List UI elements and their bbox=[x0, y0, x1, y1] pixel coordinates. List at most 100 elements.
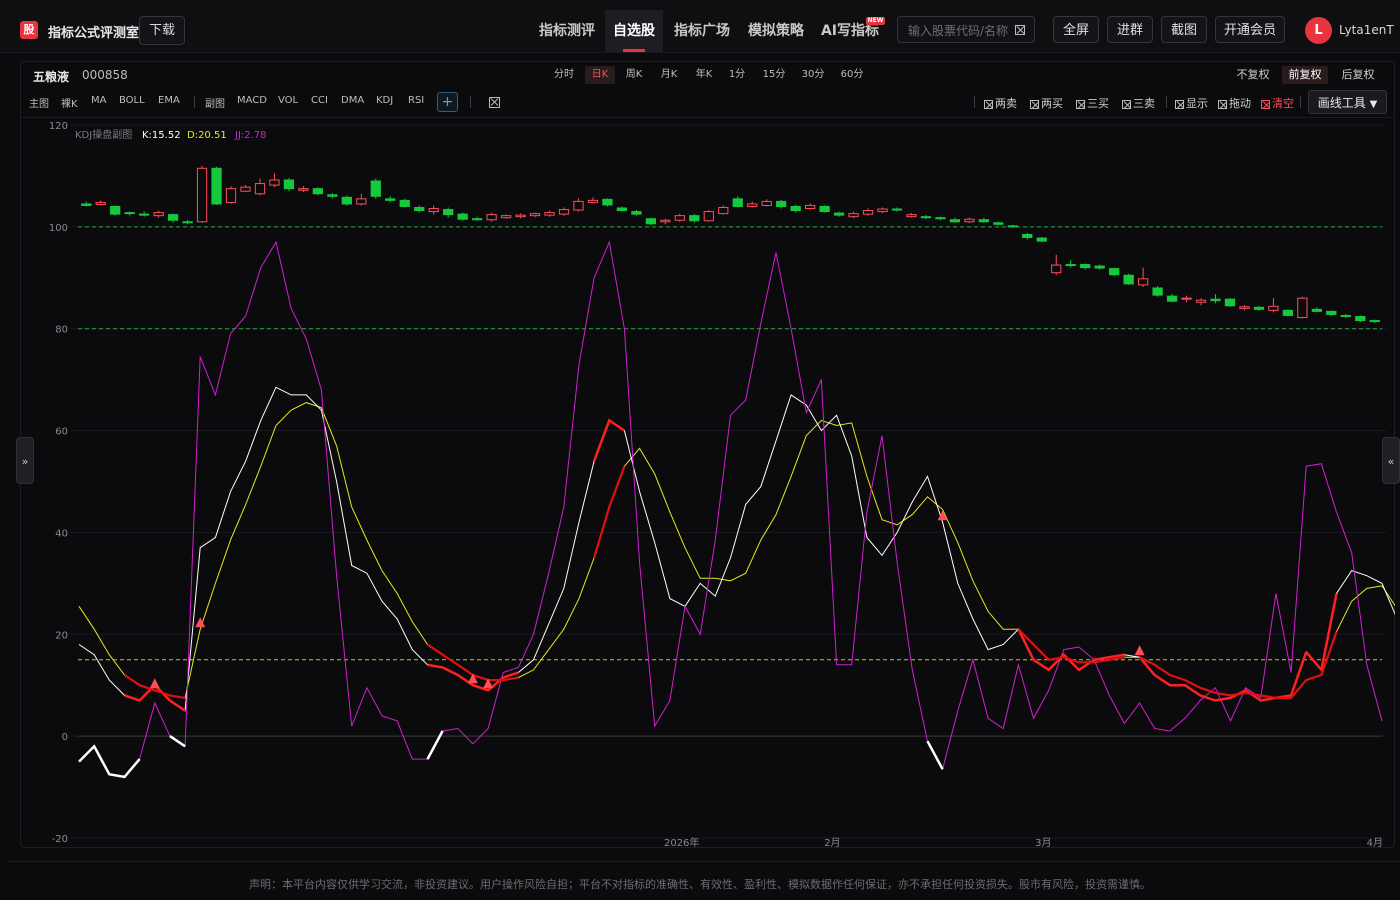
candle-body bbox=[1326, 310, 1337, 315]
candle-body bbox=[1022, 233, 1033, 239]
candle-body bbox=[833, 212, 845, 216]
tool-drag[interactable]: 拖动 bbox=[1218, 95, 1251, 111]
tool-show[interactable]: 显示 bbox=[1175, 95, 1208, 111]
indicator-vol[interactable]: VOL bbox=[278, 95, 298, 106]
nav-sim-strategy[interactable]: 模拟策略 bbox=[741, 10, 811, 52]
tool-two-buy[interactable]: 两买 bbox=[1030, 95, 1063, 111]
candle-body bbox=[790, 205, 801, 212]
candle-body bbox=[920, 216, 932, 219]
indicator-cci[interactable]: CCI bbox=[311, 95, 328, 106]
candle-body bbox=[81, 203, 92, 206]
checkbox-icon bbox=[984, 99, 993, 109]
indicator-dma[interactable]: DMA bbox=[341, 95, 364, 106]
kdj-chart[interactable]: -20 0 20 40 60 80 100 120 2026年 2月 3月 4月 KDJ操盘副图 K:15… bbox=[20, 118, 1395, 848]
indicator-boll[interactable]: BOLL bbox=[119, 95, 145, 106]
main-chart-label[interactable]: 主图 bbox=[29, 95, 49, 110]
checkbox-icon bbox=[1218, 99, 1227, 109]
period-weekly[interactable]: 周K bbox=[621, 66, 647, 84]
candle-body bbox=[616, 207, 628, 212]
period-yearly[interactable]: 年K bbox=[691, 66, 717, 84]
candle-body bbox=[993, 222, 1004, 225]
y-tick-label: 0 bbox=[62, 732, 68, 743]
tool-three-buy[interactable]: 三买 bbox=[1076, 95, 1109, 111]
checkbox-icon bbox=[1122, 99, 1131, 109]
candle-body bbox=[254, 183, 266, 195]
candle-body bbox=[862, 210, 874, 215]
candle-body bbox=[1051, 264, 1062, 274]
indicator-ma[interactable]: MA bbox=[91, 95, 106, 106]
period-intraday[interactable]: 分时 bbox=[550, 66, 578, 84]
tool-two-buy-label: 两买 bbox=[1041, 97, 1063, 110]
candle-body bbox=[529, 213, 541, 217]
adjust-backward[interactable]: 后复权 bbox=[1337, 66, 1379, 84]
indicator-macd[interactable]: MACD bbox=[237, 95, 267, 106]
footer-divider bbox=[8, 861, 1400, 862]
nav-active-underline bbox=[623, 49, 645, 52]
k-oversold-segment bbox=[124, 683, 186, 712]
download-button[interactable]: 下载 bbox=[139, 16, 185, 45]
y-tick-label: 120 bbox=[49, 121, 68, 132]
j-negative-segment bbox=[169, 735, 186, 748]
period-daily[interactable]: 日K bbox=[585, 66, 615, 84]
d-line bbox=[78, 402, 1395, 699]
adjust-none[interactable]: 不复权 bbox=[1232, 66, 1274, 84]
add-indicator-button[interactable]: + bbox=[437, 92, 458, 112]
clear-search-icon[interactable] bbox=[1015, 25, 1025, 35]
candle-body bbox=[312, 188, 324, 195]
search-input[interactable] bbox=[906, 21, 1010, 40]
indicator-rsi[interactable]: RSI bbox=[408, 95, 424, 106]
tool-clear[interactable]: 清空 bbox=[1261, 95, 1294, 111]
x-tick-label: 4月 bbox=[1367, 837, 1383, 848]
x-tick-label: 2月 bbox=[824, 837, 840, 848]
candle-body bbox=[732, 198, 743, 207]
candle-body bbox=[472, 218, 483, 221]
candle-body bbox=[428, 208, 439, 213]
k-line bbox=[78, 386, 1395, 712]
stock-search[interactable] bbox=[897, 16, 1035, 43]
candle-body bbox=[167, 214, 179, 221]
draw-tools-button[interactable]: 画线工具 ▼ bbox=[1308, 90, 1387, 114]
candle-body bbox=[1282, 309, 1294, 316]
candle-body bbox=[1080, 264, 1091, 269]
divider bbox=[1166, 96, 1167, 108]
d-oversold-segment bbox=[1139, 656, 1308, 699]
tool-two-sell[interactable]: 两卖 bbox=[984, 95, 1017, 111]
fullscreen-button[interactable]: 全屏 bbox=[1053, 16, 1099, 43]
screenshot-button[interactable]: 截图 bbox=[1161, 16, 1207, 43]
candle-body bbox=[935, 217, 946, 220]
candle-body bbox=[1253, 306, 1265, 310]
membership-button[interactable]: 开通会员 bbox=[1215, 16, 1285, 43]
buy-signal-marker bbox=[467, 673, 478, 684]
candle-body bbox=[645, 218, 657, 225]
candle-body bbox=[1369, 320, 1380, 323]
candle-body bbox=[211, 167, 222, 205]
close-indicators-icon[interactable] bbox=[489, 97, 500, 108]
indicator-kdj[interactable]: KDJ bbox=[376, 95, 393, 106]
period-monthly[interactable]: 月K bbox=[656, 66, 682, 84]
j-negative-segment bbox=[78, 744, 141, 779]
nav-indicator-square[interactable]: 指标广场 bbox=[667, 10, 737, 52]
candle-body bbox=[1109, 268, 1120, 276]
period-15min[interactable]: 15分 bbox=[759, 66, 789, 84]
adjust-forward[interactable]: 前复权 bbox=[1282, 66, 1328, 84]
nav-indicator-review[interactable]: 指标测评 bbox=[533, 10, 601, 52]
join-group-button[interactable]: 进群 bbox=[1107, 16, 1153, 43]
period-1min[interactable]: 1分 bbox=[726, 66, 748, 84]
period-60min[interactable]: 60分 bbox=[837, 66, 867, 84]
sub-chart-label[interactable]: 副图 bbox=[205, 95, 225, 110]
username[interactable]: Lyta1enT bbox=[1339, 23, 1394, 37]
nav-watchlist[interactable]: 自选股 bbox=[605, 10, 663, 52]
stock-code: 000858 bbox=[82, 68, 128, 82]
indicator-bare-k[interactable]: 裸K bbox=[61, 95, 78, 110]
candle-body bbox=[631, 211, 642, 215]
tool-two-sell-label: 两卖 bbox=[995, 97, 1017, 110]
indicator-ema[interactable]: EMA bbox=[158, 95, 180, 106]
candle-body bbox=[1340, 314, 1351, 317]
expand-right-panel-button[interactable]: « bbox=[1382, 437, 1400, 484]
period-30min[interactable]: 30分 bbox=[798, 66, 828, 84]
indicator-label: KDJ操盘副图 bbox=[75, 128, 132, 141]
tool-three-sell[interactable]: 三卖 bbox=[1122, 95, 1155, 111]
expand-left-panel-button[interactable]: » bbox=[16, 437, 34, 484]
candle-body bbox=[341, 196, 352, 205]
avatar[interactable]: L bbox=[1305, 17, 1332, 44]
